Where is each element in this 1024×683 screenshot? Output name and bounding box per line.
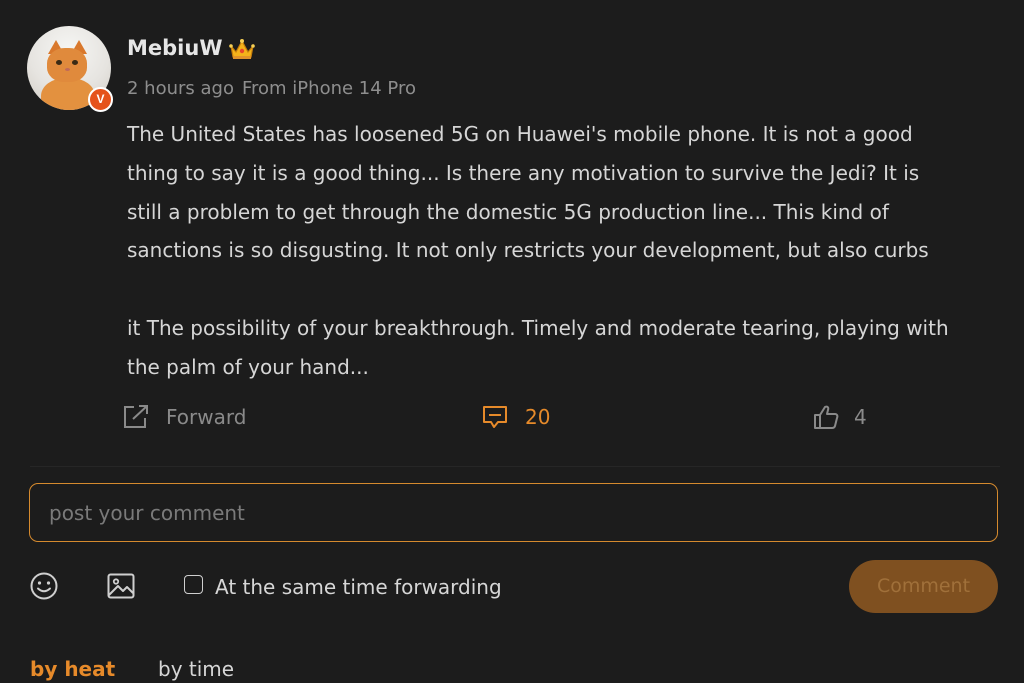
post-line: the palm of your hand... (127, 354, 369, 379)
post-body: The United States has loosened 5G on Hua… (127, 115, 1007, 387)
share-icon (124, 405, 148, 428)
post-source: From iPhone 14 Pro (241, 78, 416, 99)
forward-label: Forward (166, 405, 247, 429)
comment-icon (483, 406, 507, 428)
forward-checkbox-label: At the same time forwarding (215, 575, 502, 599)
cat-nose (65, 68, 70, 71)
tab-by-heat[interactable]: by heat (30, 657, 115, 681)
like-button[interactable]: 4 (812, 404, 867, 430)
weibo-post-page: V MebiuW 2 hours ago From iPhone 14 Pro T… (0, 0, 1024, 683)
checkbox-box[interactable] (184, 574, 203, 594)
like-count: 4 (854, 405, 867, 429)
comment-submit-button[interactable]: Comment (849, 560, 998, 613)
crown-icon (229, 39, 255, 59)
post-line: thing to say it is a good thing... Is th… (127, 160, 920, 185)
forward-checkbox[interactable]: At the same time forwarding (184, 574, 502, 599)
post-line: The United States has loosened 5G on Hua… (127, 122, 913, 146)
cat-head (47, 48, 87, 82)
verified-badge: V (88, 87, 113, 112)
avatar[interactable]: V (27, 26, 113, 112)
forward-button[interactable]: Forward (122, 404, 246, 430)
image-icon[interactable] (106, 571, 136, 601)
cat-eye-right (72, 60, 78, 65)
post-line: still a problem to get through the domes… (127, 199, 889, 224)
emoji-icon[interactable] (29, 571, 59, 601)
post-line-blank (127, 270, 1007, 309)
divider (30, 466, 1000, 467)
cat-body (41, 78, 95, 110)
thumbs-up-icon (814, 405, 839, 429)
cat-eye-left (56, 60, 62, 65)
tab-by-time[interactable]: by time (158, 657, 234, 681)
comment-input[interactable] (29, 483, 998, 542)
comment-count: 20 (525, 405, 551, 429)
username[interactable]: MebiuW (127, 36, 222, 60)
post-time: 2 hours ago (127, 78, 234, 99)
post-line: sanctions is so disgusting. It not only … (127, 238, 929, 263)
post-meta: 2 hours ago From iPhone 14 Pro (127, 78, 416, 99)
post-line: it The possibility of your breakthrough.… (127, 315, 949, 340)
comment-button[interactable]: 20 (481, 404, 550, 430)
